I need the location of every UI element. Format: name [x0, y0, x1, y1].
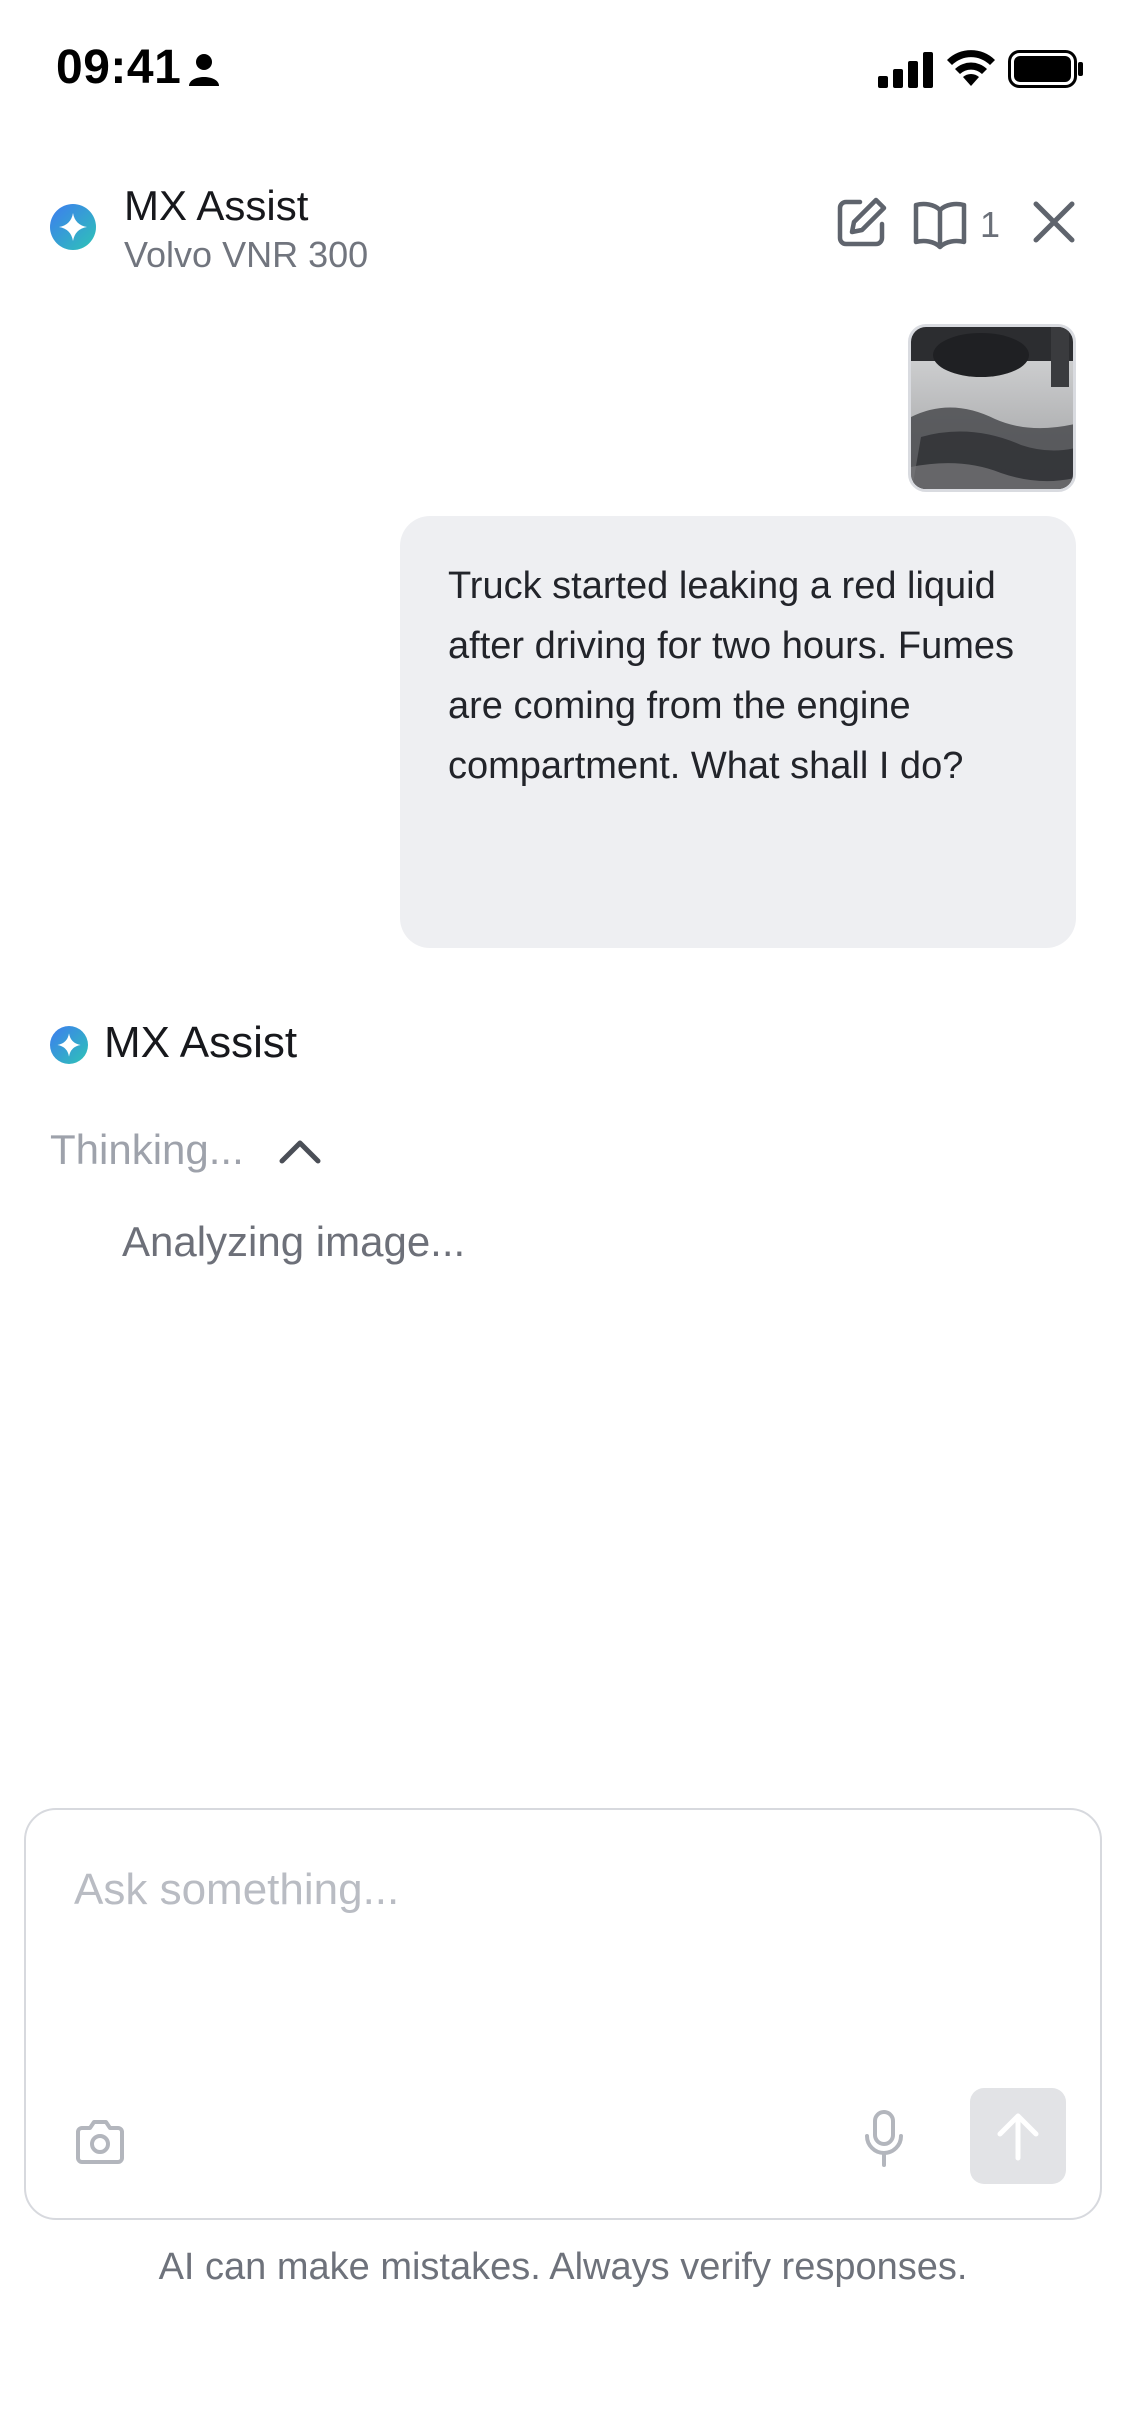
status-bar: 09:41	[0, 0, 1126, 140]
vehicle-subtitle: Volvo VNR 300	[124, 234, 369, 275]
message-composer	[24, 1808, 1102, 2220]
user-message-bubble: Truck started leaking a red liquid after…	[400, 516, 1076, 948]
send-button[interactable]	[970, 2088, 1066, 2184]
message-input[interactable]	[74, 1860, 1014, 1920]
assistant-name: MX Assist	[104, 1018, 298, 1067]
sparkle-icon	[50, 1026, 88, 1064]
sparkle-icon	[50, 204, 96, 250]
wifi-icon	[947, 50, 995, 86]
photo-thumbnail	[911, 327, 1073, 489]
chevron-up-icon[interactable]	[278, 1136, 322, 1166]
close-icon[interactable]	[1030, 198, 1078, 246]
sources-count[interactable]: 1	[980, 204, 1000, 246]
chat-screen: 09:41 MX Assist Volvo VNR 300 1 Truck st…	[0, 0, 1126, 2436]
cellular-signal-icon	[878, 52, 933, 88]
book-icon[interactable]	[912, 198, 968, 250]
arrow-up-icon	[997, 2113, 1039, 2161]
microphone-icon[interactable]	[864, 2110, 904, 2168]
user-message-text: Truck started leaking a red liquid after…	[448, 565, 1014, 787]
battery-icon	[1008, 50, 1083, 88]
thinking-label: Thinking...	[50, 1126, 244, 1173]
status-time: 09:41	[56, 41, 182, 94]
ai-disclaimer: AI can make mistakes. Always verify resp…	[158, 2246, 968, 2288]
chat-header: MX Assist Volvo VNR 300 1	[0, 170, 1126, 290]
thinking-detail: Analyzing image...	[122, 1218, 466, 1265]
person-icon	[189, 54, 219, 86]
header-title: MX Assist	[124, 182, 309, 229]
edit-icon[interactable]	[834, 194, 890, 250]
camera-icon[interactable]	[74, 2118, 126, 2166]
attached-photo-thumbnail[interactable]	[908, 324, 1076, 492]
thinking-toggle[interactable]: Thinking...	[50, 1126, 321, 1186]
